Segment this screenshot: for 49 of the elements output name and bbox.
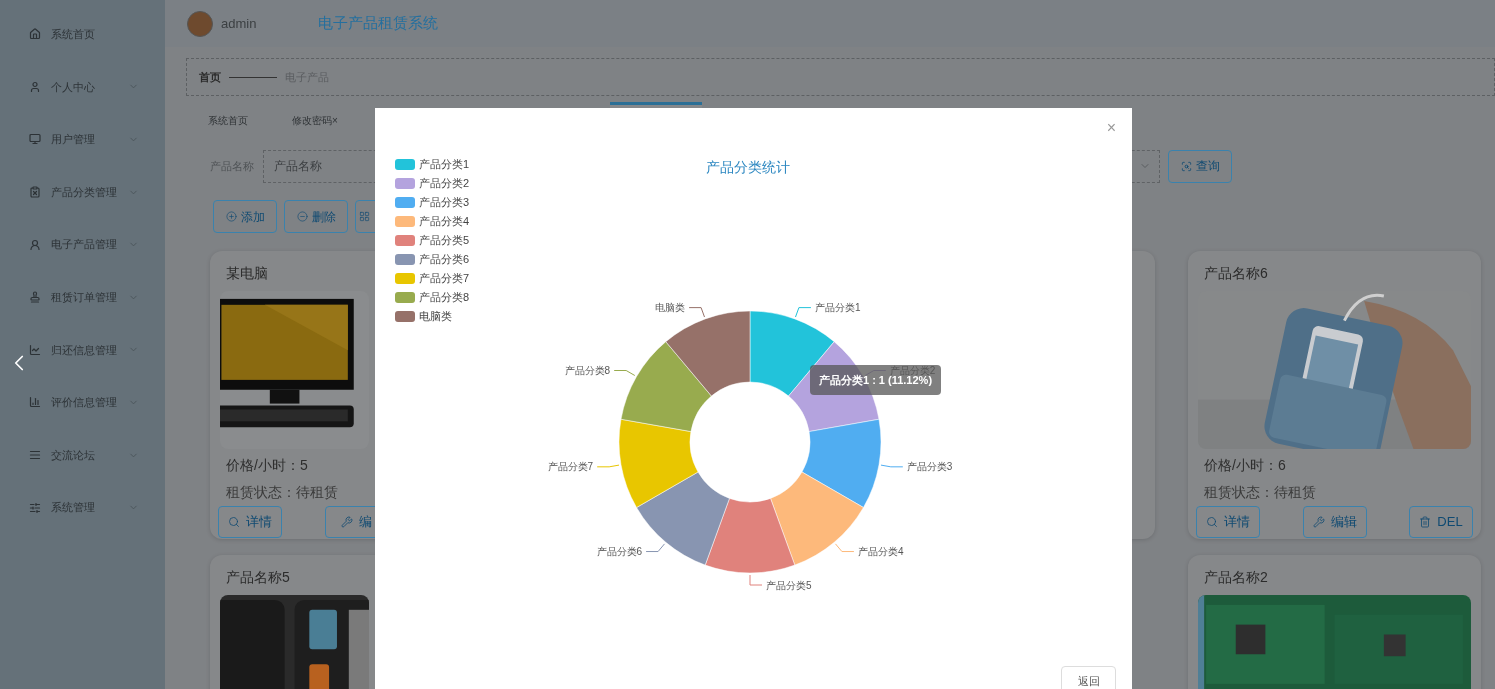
product-title: 某电脑 (226, 264, 268, 283)
price-text: 价格/小时：5 (226, 456, 308, 475)
legend-label[interactable]: 产品分类5 (419, 231, 470, 249)
slice-label: 产品分类8 (564, 365, 611, 376)
legend-label[interactable]: 电脑类 (419, 307, 452, 325)
sidebar-item[interactable]: 评价信息管理 (0, 376, 165, 429)
product-title: 产品名称6 (1204, 264, 1268, 283)
sidebar-item[interactable]: 交流论坛 (0, 428, 165, 482)
query-button[interactable]: 查询 (1168, 149, 1232, 183)
sidebar-item[interactable]: 系统管理 (0, 481, 165, 534)
edit-button[interactable]: 编辑 (1302, 506, 1367, 538)
details-button[interactable]: 详情 (1196, 506, 1260, 538)
sidebar-item[interactable]: 个人中心 (0, 60, 165, 114)
product-title: 产品名称2 (1204, 568, 1268, 587)
slice-label: 产品分类3 (906, 461, 953, 473)
username: admin (221, 14, 257, 33)
sidebar-item[interactable]: 用户管理 (0, 113, 165, 166)
legend-label[interactable]: 产品分类6 (419, 250, 470, 268)
legend-label[interactable]: 产品分类1 (419, 155, 470, 173)
legend-label[interactable]: 产品分类7 (419, 269, 470, 287)
toolbar-button[interactable]: 删除 (284, 200, 348, 233)
page-tab[interactable]: 修改密码× (270, 102, 360, 136)
breadcrumb-link[interactable]: 首页 (199, 68, 221, 86)
legend-label[interactable]: 产品分类3 (419, 193, 470, 211)
delete-button[interactable]: DEL (1409, 506, 1473, 538)
back-button[interactable]: 返回 (1061, 666, 1116, 689)
price-text: 价格/小时：6 (1204, 456, 1286, 475)
slice-label: 产品分类6 (596, 546, 643, 558)
details-button[interactable]: 详情 (218, 506, 282, 538)
slice-label: 产品分类1 (814, 302, 861, 314)
status-text: 租赁状态：待租赁 (226, 483, 338, 502)
close-button[interactable]: × (1106, 120, 1116, 136)
slice-label: 产品分类4 (857, 546, 904, 558)
page-tab[interactable]: 系统首页 (186, 102, 270, 136)
legend-label[interactable]: 产品分类4 (419, 212, 470, 230)
legend-label[interactable]: 产品分类8 (419, 288, 470, 306)
sidebar-item[interactable]: 电子产品管理 (0, 218, 165, 271)
toolbar-button[interactable]: 添加 (213, 200, 277, 233)
sidebar-item[interactable]: 租赁订单管理 (0, 270, 165, 324)
app-title: 电子产品租赁系统 (318, 13, 439, 34)
slice-label: 产品分类7 (547, 461, 594, 473)
chart-title: 产品分类统计 (706, 158, 790, 177)
status-text: 租赁状态：待租赁 (1204, 483, 1316, 502)
slice-label: 产品分类5 (766, 579, 812, 591)
slice-label: 电脑类 (655, 302, 686, 314)
sidebar-item[interactable]: 产品分类管理 (0, 165, 165, 219)
legend-label[interactable]: 产品分类2 (419, 174, 470, 192)
product-title: 产品名称5 (226, 568, 290, 587)
sidebar-item[interactable]: 系统首页 (0, 8, 165, 61)
